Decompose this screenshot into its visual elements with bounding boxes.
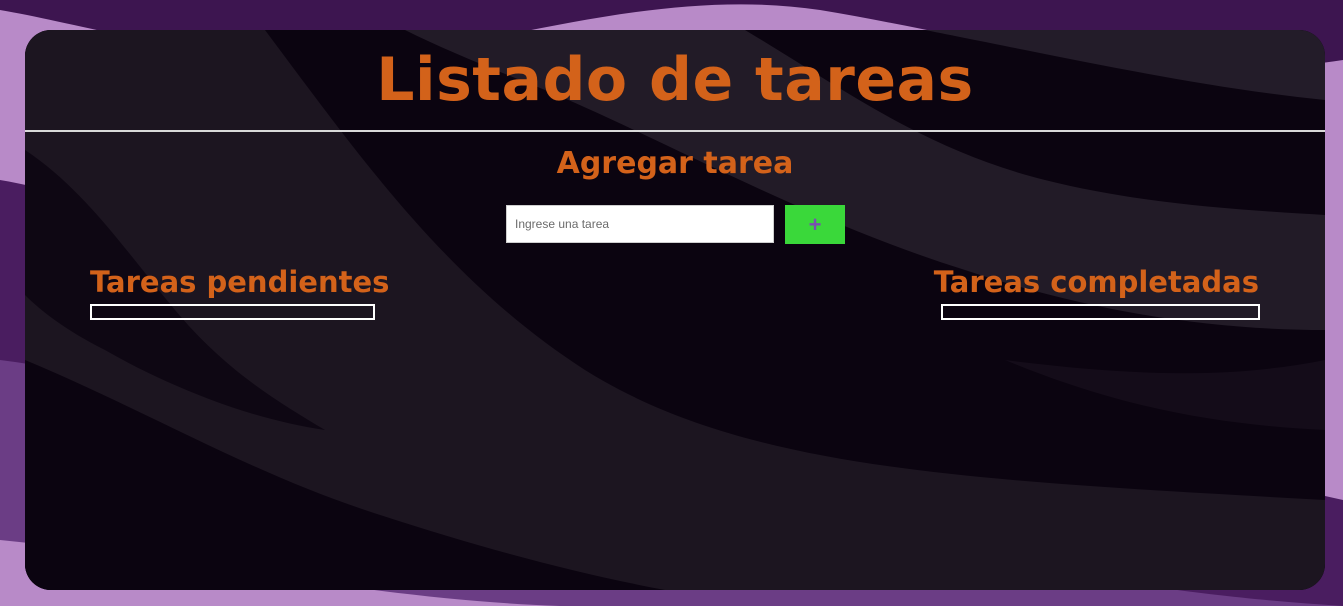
main-panel: Listado de tareas Agregar tarea + Tareas… — [25, 30, 1325, 590]
pending-tasks-heading: Tareas pendientes — [90, 265, 390, 299]
plus-icon: + — [808, 211, 822, 237]
add-task-heading: Agregar tarea — [556, 146, 794, 181]
task-input[interactable] — [506, 205, 774, 243]
completed-tasks-list — [941, 304, 1260, 320]
app-content: Listado de tareas Agregar tarea + Tareas… — [25, 30, 1325, 590]
add-task-button[interactable]: + — [785, 205, 845, 244]
page-title: Listado de tareas — [376, 45, 974, 115]
header-divider — [25, 130, 1325, 132]
completed-tasks-heading: Tareas completadas — [933, 265, 1259, 299]
pending-tasks-list — [90, 304, 375, 320]
